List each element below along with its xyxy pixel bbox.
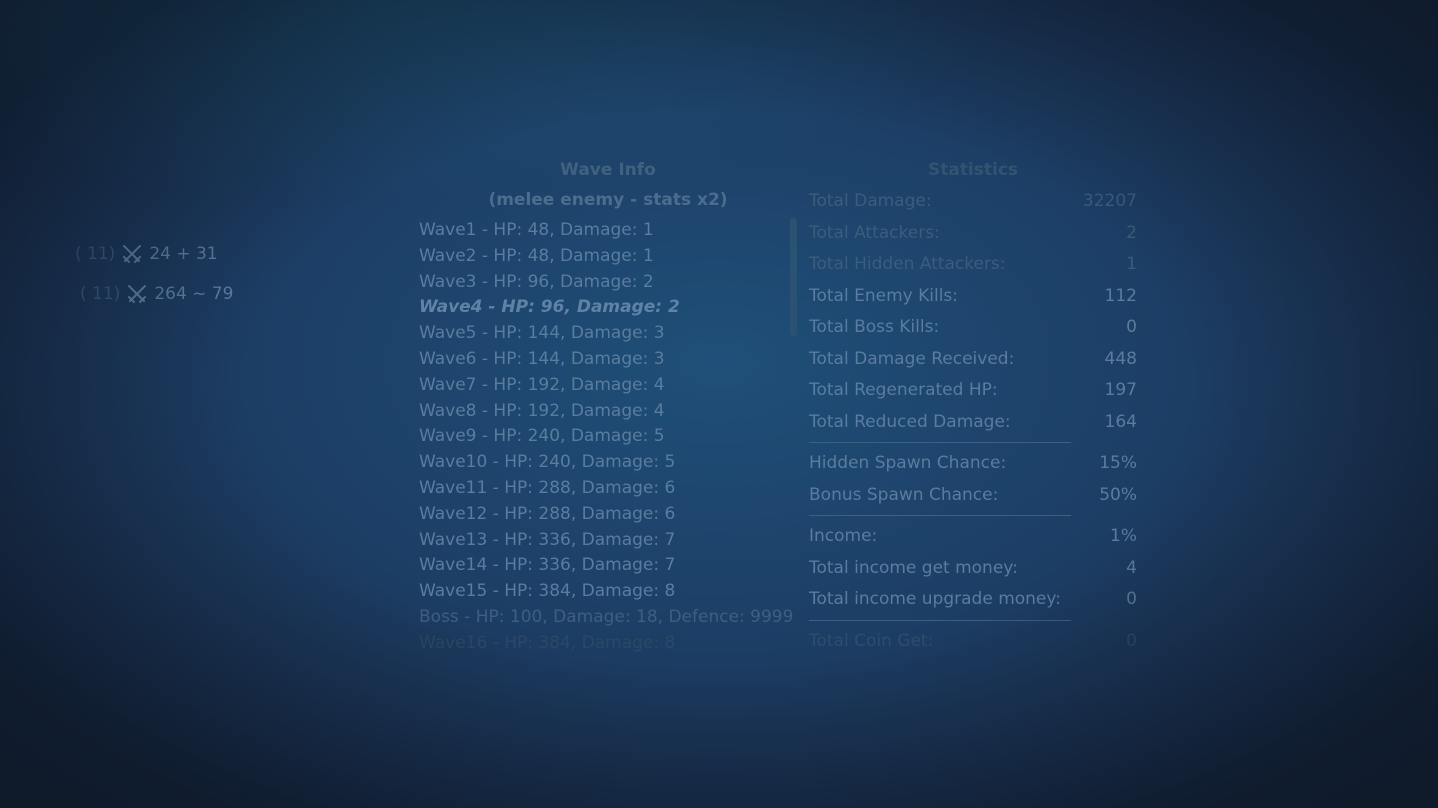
stat-row: Total Boss Kills: 0 [809, 312, 1137, 344]
stat-row: Total Damage: 32207 [809, 186, 1137, 218]
stat-row: Total Regenerated HP: 197 [809, 375, 1137, 407]
stat-value: 50% [1099, 484, 1137, 505]
wave-info-subtitle: (melee enemy - stats x2) [488, 190, 728, 210]
stat-label: Total Hidden Attackers: [809, 254, 1006, 274]
stat-value: 0 [1126, 589, 1137, 609]
wave-item: Wave15 - HP: 384, Damage: 8 [419, 581, 676, 602]
wave-item-current: Wave4 - HP: 96, Damage: 2 [419, 297, 680, 318]
stat-label: Total income get money: [809, 557, 1018, 578]
crossed-swords-icon [121, 243, 143, 265]
statistics-title: Statistics [927, 160, 1019, 180]
unit-stat: 264 ~ 79 [154, 284, 234, 304]
wave-item: Wave9 - HP: 240, Damage: 5 [419, 426, 665, 447]
stat-value: 197 [1104, 380, 1137, 400]
wave-item: Wave14 - HP: 336, Damage: 7 [419, 555, 676, 576]
stat-value: 32207 [1082, 191, 1137, 211]
stat-value: 112 [1104, 285, 1137, 306]
stat-row: Total Coin Get: 0 [809, 626, 1137, 658]
wave-item: Wave12 - HP: 288, Damage: 6 [419, 503, 676, 524]
unit-row-1[interactable]: ( 11) 24 + 31 [75, 242, 218, 266]
unit-row-2[interactable]: ( 11) 264 ~ 79 [80, 282, 233, 306]
wave-item: Wave5 - HP: 144, Damage: 3 [419, 323, 665, 344]
stat-label: Total Attackers: [809, 222, 940, 243]
wave-item: Wave13 - HP: 336, Damage: 7 [419, 529, 676, 550]
stat-value: 15% [1099, 453, 1137, 473]
wave-item: Wave10 - HP: 240, Damage: 5 [419, 452, 676, 473]
statistics-panel: Total Damage: 32207 Total Attackers: 2 T… [809, 186, 1137, 657]
wave-item: Wave3 - HP: 96, Damage: 2 [419, 271, 654, 292]
wave-item-boss: Boss - HP: 100, Damage: 18, Defence: 999… [419, 606, 794, 627]
stat-row: Total Hidden Attackers: 1 [809, 249, 1137, 281]
crossed-swords-icon [126, 283, 148, 305]
stat-value: 1 [1126, 254, 1137, 274]
stat-value: 4 [1126, 557, 1137, 578]
stat-label: Total Regenerated HP: [809, 380, 998, 400]
divider [809, 515, 1071, 516]
wave-info-title: Wave Info [560, 160, 656, 180]
unit-level: ( 11) [75, 244, 116, 264]
stat-label: Income: [809, 526, 878, 546]
stat-label: Total Damage: [809, 191, 932, 211]
stat-value: 1% [1110, 526, 1137, 546]
stat-label: Total Reduced Damage: [809, 411, 1011, 432]
stat-value: 2 [1126, 222, 1137, 243]
stat-row: Hidden Spawn Chance: 15% [809, 448, 1137, 480]
stat-row: Income: 1% [809, 521, 1137, 553]
stat-row: Total income get money: 4 [809, 553, 1137, 585]
stat-label: Hidden Spawn Chance: [809, 453, 1007, 473]
divider [809, 442, 1071, 443]
stat-row: Total Reduced Damage: 164 [809, 407, 1137, 439]
stat-value: 448 [1104, 348, 1137, 369]
wave-list-scrollbar[interactable] [790, 218, 797, 336]
stat-value: 0 [1126, 317, 1137, 337]
stat-label: Total Boss Kills: [809, 317, 940, 337]
wave-list[interactable]: Wave1 - HP: 48, Damage: 1 Wave2 - HP: 48… [419, 218, 794, 657]
stat-row: Total Enemy Kills: 112 [809, 281, 1137, 313]
unit-stat: 24 + 31 [149, 244, 218, 264]
wave-item: Wave16 - HP: 384, Damage: 8 [419, 632, 676, 653]
stat-row: Total income upgrade money: 0 [809, 584, 1137, 616]
wave-item: Wave11 - HP: 288, Damage: 6 [419, 477, 676, 498]
stat-label: Bonus Spawn Chance: [809, 484, 999, 505]
stat-row: Total Damage Received: 448 [809, 344, 1137, 376]
divider [809, 619, 1071, 621]
wave-item: Wave7 - HP: 192, Damage: 4 [419, 374, 665, 395]
stat-label: Total Damage Received: [809, 348, 1015, 369]
wave-item: Wave1 - HP: 48, Damage: 1 [419, 220, 654, 240]
wave-item: Wave2 - HP: 48, Damage: 1 [419, 245, 654, 266]
wave-item: Wave8 - HP: 192, Damage: 4 [419, 400, 665, 421]
unit-level: ( 11) [80, 284, 121, 304]
stat-row: Bonus Spawn Chance: 50% [809, 480, 1137, 512]
stat-value: 164 [1104, 411, 1137, 432]
stat-label: Total Enemy Kills: [809, 285, 959, 306]
stat-label: Total income upgrade money: [809, 589, 1061, 609]
stat-row: Total Attackers: 2 [809, 218, 1137, 250]
wave-item: Wave6 - HP: 144, Damage: 3 [419, 348, 665, 369]
stat-value: 0 [1126, 630, 1137, 651]
stat-label: Total Coin Get: [809, 630, 934, 651]
